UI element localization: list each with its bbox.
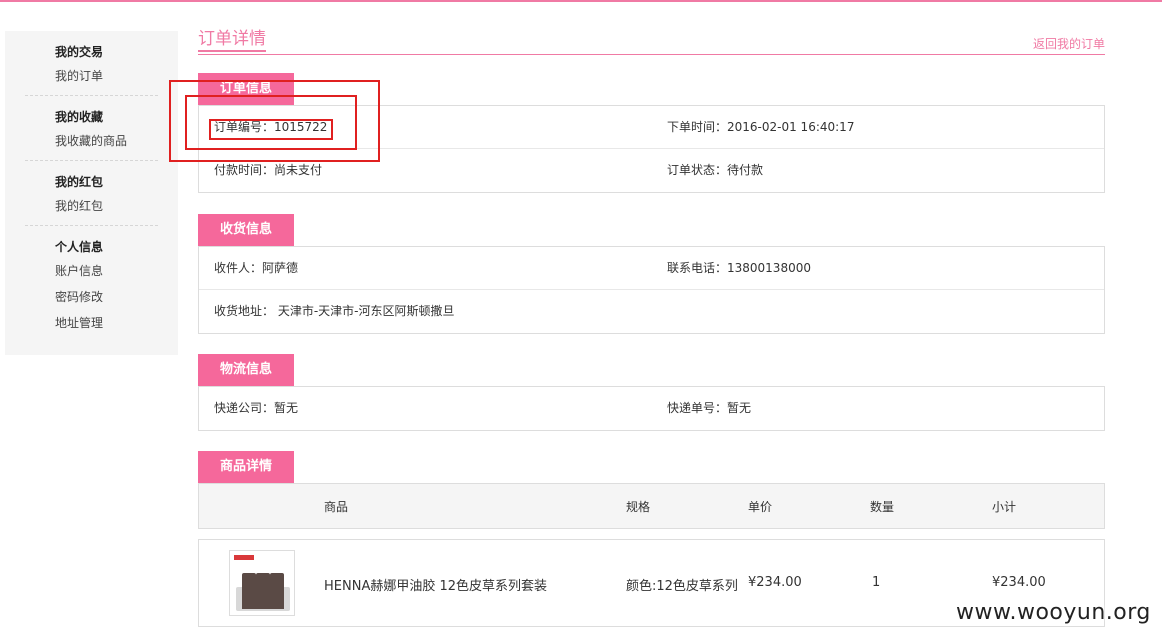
product-unit-price: ¥234.00 [748,575,802,590]
top-accent-line [0,0,1162,2]
sidebar-group-profile: 个人信息 账户信息 密码修改 地址管理 [25,226,158,342]
tracking-number: 快递单号：暂无 [667,401,752,415]
order-status: 订单状态：待付款 [667,163,764,177]
column-header-spec: 规格 [626,500,651,514]
product-subtotal: ¥234.00 [992,575,1046,590]
sidebar-item-address-manage[interactable]: 地址管理 [55,310,158,336]
order-number: 订单编号：1015722 [214,120,328,134]
order-info-row: 付款时间：尚未支付 订单状态：待付款 [199,149,1104,192]
column-header-price: 单价 [748,500,773,514]
product-spec: 颜色:12色皮草系列 [626,579,738,594]
tab-order-info: 订单信息 [198,73,294,105]
order-info-box: 订单编号：1015722 下单时间：2016-02-01 16:40:17 付款… [198,105,1105,193]
shipping-section: 收货信息 收件人：阿萨德 联系电话：13800138000 收货地址： 天津市-… [198,214,1105,334]
sidebar-group-trade: 我的交易 我的订单 [25,31,158,96]
page-title: 订单详情 [198,24,266,52]
bottle-icon [270,573,284,609]
brand-logo-icon [234,555,254,560]
sidebar-group-favorites: 我的收藏 我收藏的商品 [25,96,158,161]
order-time: 下单时间：2016-02-01 16:40:17 [667,120,855,134]
sidebar-title-favorites: 我的收藏 [55,110,104,124]
logistics-section: 物流信息 快递公司：暂无 快递单号：暂无 [198,354,1105,431]
shipping-box: 收件人：阿萨德 联系电话：13800138000 收货地址： 天津市-天津市-河… [198,246,1105,334]
page-header: 订单详情 返回我的订单 [198,27,1105,55]
receiver-name: 收件人：阿萨德 [214,261,299,275]
sidebar-title-redpacket: 我的红包 [55,175,104,189]
sidebar-item-my-redpacket[interactable]: 我的红包 [55,193,158,219]
order-info-row: 订单编号：1015722 下单时间：2016-02-01 16:40:17 [199,106,1104,149]
sidebar-item-favorite-products[interactable]: 我收藏的商品 [55,128,158,154]
shipping-row: 收件人：阿萨德 联系电话：13800138000 [199,247,1104,290]
tab-shipping-info: 收货信息 [198,214,294,246]
shipping-address: 收货地址： 天津市-天津市-河东区阿斯顿撒旦 [214,304,455,318]
sidebar-item-my-orders[interactable]: 我的订单 [55,63,158,89]
tab-product-details: 商品详情 [198,451,294,483]
sidebar-title-trade: 我的交易 [55,45,104,59]
bottle-icon [256,573,270,609]
sidebar-title-profile: 个人信息 [55,240,104,254]
product-table-header: 商品 规格 单价 数量 小计 [198,483,1105,529]
order-info-section: 订单信息 订单编号：1015722 下单时间：2016-02-01 16:40:… [198,73,1105,193]
tab-logistics-info: 物流信息 [198,354,294,386]
shipping-row: 收货地址： 天津市-天津市-河东区阿斯顿撒旦 [199,290,1104,333]
logistics-row: 快递公司：暂无 快递单号：暂无 [199,387,1104,430]
column-header-quantity: 数量 [870,500,895,514]
courier-company: 快递公司：暂无 [214,401,299,415]
sidebar-item-change-password[interactable]: 密码修改 [55,284,158,310]
product-name-link[interactable]: HENNA赫娜甲油胶 12色皮草系列套装 [324,575,547,594]
sidebar-group-redpacket: 我的红包 我的红包 [25,161,158,226]
main-content: 订单详情 返回我的订单 订单信息 订单编号：1015722 下单时间：2016-… [198,27,1105,627]
payment-time: 付款时间：尚未支付 [214,163,323,177]
product-quantity: 1 [872,575,881,590]
receiver-phone: 联系电话：13800138000 [667,261,811,275]
bottle-icon [242,573,256,609]
product-thumbnail[interactable] [229,550,295,616]
column-header-product: 商品 [324,500,349,514]
column-header-subtotal: 小计 [992,500,1017,514]
back-to-orders-link[interactable]: 返回我的订单 [1033,35,1105,52]
watermark: www.wooyun.org [956,600,1151,625]
sidebar-item-account-info[interactable]: 账户信息 [55,258,158,284]
sidebar: 我的交易 我的订单 我的收藏 我收藏的商品 我的红包 我的红包 个人信息 账户信… [5,31,178,355]
logistics-box: 快递公司：暂无 快递单号：暂无 [198,386,1105,431]
